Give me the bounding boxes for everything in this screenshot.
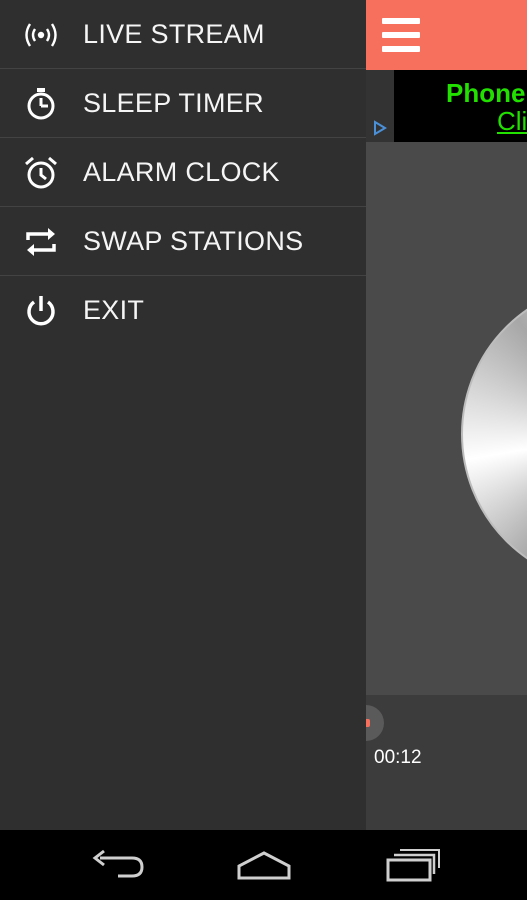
recent-apps-icon[interactable] bbox=[384, 848, 444, 882]
hamburger-menu-icon[interactable] bbox=[382, 18, 420, 52]
power-icon bbox=[27, 296, 55, 326]
artwork-area bbox=[366, 142, 527, 695]
drawer-item-live-stream[interactable]: LIVE STREAM bbox=[0, 0, 366, 69]
drawer-item-sleep-timer[interactable]: SLEEP TIMER bbox=[0, 69, 366, 138]
home-icon[interactable] bbox=[234, 848, 294, 882]
drawer-item-alarm-clock[interactable]: ALARM CLOCK bbox=[0, 138, 366, 207]
system-navigation-bar bbox=[0, 830, 527, 900]
broadcast-icon bbox=[25, 23, 57, 47]
drawer-item-label: ALARM CLOCK bbox=[83, 157, 280, 187]
drawer-item-label: SWAP STATIONS bbox=[83, 226, 304, 256]
cd-disc-image bbox=[461, 282, 527, 586]
app-screen: Phone Cli 00:12 LIVE STREAM SLEEP TIMER … bbox=[0, 0, 527, 830]
navigation-drawer: LIVE STREAM SLEEP TIMER ALARM CLOCK SWAP… bbox=[0, 0, 366, 830]
drawer-item-label: LIVE STREAM bbox=[83, 19, 265, 49]
swap-icon bbox=[26, 228, 56, 256]
drawer-item-label: SLEEP TIMER bbox=[83, 88, 264, 118]
ad-text-line1: Phone bbox=[446, 78, 526, 108]
ad-text-line2[interactable]: Cli bbox=[497, 106, 527, 137]
top-app-bar bbox=[366, 0, 527, 70]
drawer-item-label: EXIT bbox=[83, 295, 145, 325]
drawer-item-exit[interactable]: EXIT bbox=[0, 276, 366, 345]
ad-banner[interactable]: Phone Cli bbox=[366, 70, 527, 142]
back-icon[interactable] bbox=[88, 848, 148, 882]
stopwatch-icon bbox=[27, 88, 55, 120]
alarm-clock-icon bbox=[25, 156, 57, 189]
drawer-item-swap-stations[interactable]: SWAP STATIONS bbox=[0, 207, 366, 276]
ad-choices-icon[interactable] bbox=[372, 120, 388, 136]
elapsed-time: 00:12 bbox=[374, 747, 422, 768]
player-controls: 00:12 bbox=[348, 695, 527, 830]
